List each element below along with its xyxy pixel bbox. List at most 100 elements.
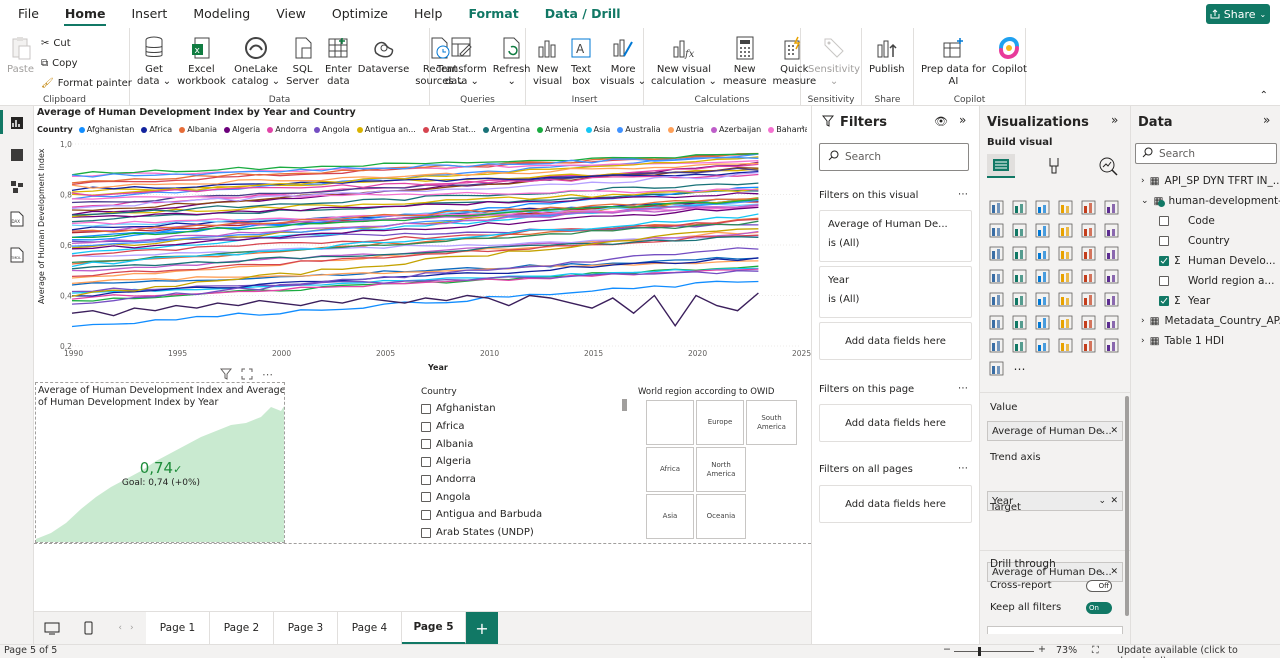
visualizations-scrollbar[interactable] xyxy=(1125,396,1129,616)
tab-file[interactable]: File xyxy=(0,0,52,28)
scatter-icon[interactable] xyxy=(1054,242,1077,265)
treemap-cell-asia[interactable]: Asia xyxy=(646,494,694,539)
power-apps-icon[interactable] xyxy=(985,334,1008,357)
funnel-icon[interactable] xyxy=(1031,242,1054,265)
country-series-line[interactable] xyxy=(71,163,759,208)
field-item[interactable]: World region a... xyxy=(1141,271,1279,291)
chevron-left-icon[interactable]: ‹ xyxy=(118,623,122,633)
treemap-cell-europe[interactable]: Europe xyxy=(696,400,744,445)
line-clustered-icon[interactable] xyxy=(1100,219,1123,242)
table-view-icon[interactable] xyxy=(8,146,26,164)
clustered-column-icon[interactable] xyxy=(1054,196,1077,219)
desktop-layout-icon[interactable] xyxy=(34,612,70,644)
key-influencers-icon[interactable] xyxy=(985,311,1008,334)
field-item[interactable]: Country xyxy=(1141,231,1279,251)
more-options-icon[interactable]: ⋯ xyxy=(958,383,968,394)
copy-button[interactable]: ⧉ Copy xyxy=(41,54,132,72)
cut-button[interactable]: ✂ Cut xyxy=(41,34,132,52)
100-column-icon[interactable] xyxy=(1100,196,1123,219)
area-chart-icon[interactable] xyxy=(1008,219,1031,242)
add-fields-visual[interactable]: Add data fields here xyxy=(819,322,972,360)
treemap-cell-blank[interactable] xyxy=(646,400,694,445)
checkbox[interactable] xyxy=(421,403,431,414)
add-page-button[interactable]: + xyxy=(466,612,498,644)
page-tab-4[interactable]: Page 4 xyxy=(338,612,402,644)
r-visual-icon[interactable] xyxy=(1077,288,1100,311)
power-automate-icon[interactable] xyxy=(1008,334,1031,357)
paginated-icon[interactable] xyxy=(1077,311,1100,334)
treemap-cell-oceania[interactable]: Oceania xyxy=(696,494,746,539)
legend-item[interactable]: Arab Stat... xyxy=(422,125,476,134)
arcgis-icon[interactable] xyxy=(985,357,1008,380)
page-tab-2[interactable]: Page 2 xyxy=(210,612,274,644)
field-checkbox[interactable] xyxy=(1159,256,1169,266)
field-checkbox[interactable] xyxy=(1159,236,1169,246)
text-slicer-icon[interactable] xyxy=(1077,334,1100,357)
clustered-bar-icon[interactable] xyxy=(1031,196,1054,219)
field-item[interactable]: Σ Human Develo... xyxy=(1141,251,1279,271)
legend-next-arrow-icon[interactable]: › xyxy=(801,123,805,133)
slicer-item[interactable]: Andorra xyxy=(421,471,627,489)
slicer-scrollbar[interactable] xyxy=(622,399,627,411)
python-visual-icon[interactable] xyxy=(1100,288,1123,311)
slicer-item[interactable]: Angola xyxy=(421,488,627,506)
checkbox[interactable] xyxy=(421,474,431,485)
table-viz-icon[interactable] xyxy=(1031,288,1054,311)
table-item[interactable]: › ▦ API_SP DYN TFRT IN_... xyxy=(1141,171,1280,191)
treemap-visual[interactable]: World region according to OWID Europe So… xyxy=(638,387,808,543)
legend-item[interactable]: Algeria xyxy=(224,125,260,134)
get-more-icon[interactable] xyxy=(1031,334,1054,357)
decomposition-tree-icon[interactable] xyxy=(1008,311,1031,334)
line-chart-visual[interactable]: Average of Human Development Index by Ye… xyxy=(34,106,811,376)
data-search-input[interactable]: Search xyxy=(1159,148,1195,160)
gauge-icon[interactable] xyxy=(1077,265,1100,288)
field-checkbox[interactable] xyxy=(1159,216,1169,226)
checkbox[interactable] xyxy=(421,421,431,432)
share-button[interactable]: Share ⌄ xyxy=(1206,4,1270,24)
chevron-right-icon[interactable]: › xyxy=(130,623,134,633)
pie-icon[interactable] xyxy=(1077,242,1100,265)
format-painter-button[interactable]: 🖌 Format painter xyxy=(41,74,132,92)
filter-card-hdi[interactable]: Average of Human De... is (All) xyxy=(819,210,972,262)
tab-home[interactable]: Home xyxy=(52,0,119,28)
zoom-slider[interactable] xyxy=(954,651,1034,652)
treemap-icon[interactable] xyxy=(985,265,1008,288)
table-item[interactable]: › ▦ Metadata_Country_AP... xyxy=(1141,311,1280,331)
map-icon[interactable] xyxy=(1008,265,1031,288)
keep-filters-toggle[interactable]: On xyxy=(1086,602,1112,614)
slicer-item[interactable]: Antigua and Barbuda xyxy=(421,506,627,524)
page-tab-1[interactable]: Page 1 xyxy=(146,612,210,644)
legend-item[interactable]: Africa xyxy=(141,125,172,134)
filter-card-year[interactable]: Year is (All) xyxy=(819,266,972,318)
chevron-down-icon[interactable]: ⌄ xyxy=(1098,426,1106,436)
zoom-slider-thumb[interactable] xyxy=(978,647,981,656)
azure-map-icon[interactable] xyxy=(1054,265,1077,288)
mobile-layout-icon[interactable] xyxy=(70,612,106,644)
data-search[interactable]: Search xyxy=(1135,143,1277,164)
cross-report-toggle[interactable]: Off xyxy=(1086,580,1112,592)
collapse-visualizations-icon[interactable]: » xyxy=(1111,113,1118,127)
filters-search-input[interactable]: Search xyxy=(845,151,881,163)
page-tab-3[interactable]: Page 3 xyxy=(274,612,338,644)
slicer-item[interactable]: Africa xyxy=(421,418,627,436)
page-tab-5[interactable]: Page 5 xyxy=(402,612,466,644)
tab-insert[interactable]: Insert xyxy=(118,0,180,28)
legend-item[interactable]: Afghanistan xyxy=(78,125,134,134)
field-item[interactable]: Code xyxy=(1141,211,1279,231)
value-well-field[interactable]: Average of Human De... ⌄ ✕ xyxy=(987,421,1123,441)
legend-item[interactable]: Andorra xyxy=(267,125,307,134)
field-checkbox[interactable] xyxy=(1159,276,1169,286)
close-icon[interactable]: ✕ xyxy=(1110,496,1118,506)
table-item[interactable]: › ▦ Table 1 HDI xyxy=(1141,331,1279,351)
dax-query-view-icon[interactable]: DAX xyxy=(8,210,26,228)
waterfall-icon[interactable] xyxy=(1008,242,1031,265)
slicer-item[interactable]: Algeria xyxy=(421,453,627,471)
checkbox[interactable] xyxy=(421,527,431,538)
slicer-icon[interactable] xyxy=(1008,288,1031,311)
country-slicer[interactable]: Country Afghanistan Africa Albania Algeria A… xyxy=(421,387,627,543)
chevron-down-icon[interactable]: ⌄ xyxy=(1098,567,1106,577)
checkbox[interactable] xyxy=(421,456,431,467)
zoom-out-icon[interactable]: − xyxy=(943,644,951,655)
stacked-column-icon[interactable] xyxy=(1008,196,1031,219)
format-visual-tab[interactable] xyxy=(1044,156,1064,179)
